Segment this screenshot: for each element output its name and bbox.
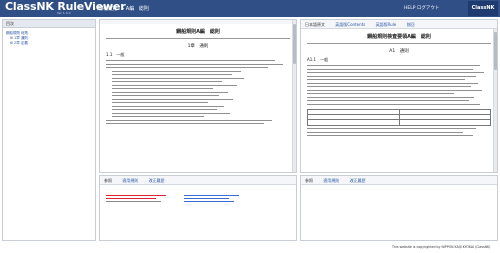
user-links[interactable]: HELP ログアウト bbox=[404, 5, 439, 11]
toc-tree: 鋼船規則 総則 ⊞ 1章 通則 ⊞ 2章 定義 bbox=[3, 28, 95, 46]
breadcrumb-item-part-a[interactable]: ▸ A編 bbox=[122, 6, 135, 12]
breadcrumb-item-general[interactable]: 総則 bbox=[139, 6, 149, 12]
guidance-section: A1.1 一般 bbox=[307, 57, 329, 62]
tab-applicable-rules[interactable]: 適用規則 bbox=[323, 178, 339, 183]
left-doc-scrollbar[interactable] bbox=[292, 20, 296, 172]
reference-preview bbox=[100, 185, 296, 204]
tab-reference[interactable]: 参照 bbox=[104, 178, 112, 183]
rules-section: 1.1 一般 bbox=[106, 52, 125, 57]
rules-body-text bbox=[106, 60, 290, 125]
guidance-body-text-2 bbox=[307, 128, 491, 137]
rules-reference-panel: 参照 適用規則 改正履歴 bbox=[99, 175, 297, 241]
toc-title: 目次 bbox=[3, 20, 95, 28]
tab-applicable-rules[interactable]: 適用規則 bbox=[122, 178, 138, 183]
guidance-document-panel: 日本語原文 英語版Contents 英語版Rule 前回 鋼船規則検査要領A編 … bbox=[300, 19, 498, 173]
tab-reference[interactable]: 参照 bbox=[305, 178, 313, 183]
tab-revision-history[interactable]: 改正履歴 bbox=[350, 178, 366, 183]
left-doc-topbar bbox=[100, 20, 296, 24]
breadcrumb: ▸ 規則閲覧 ▸ A編 総則 bbox=[93, 5, 152, 12]
scroll-thumb[interactable] bbox=[292, 24, 296, 64]
rules-document-panel: 鋼船規則A編 総則 1章 通則 1.1 一般 bbox=[99, 19, 297, 173]
guidance-table bbox=[307, 108, 491, 126]
toc-item-chapter-2[interactable]: ⊞ 2章 定義 bbox=[6, 41, 95, 46]
guidance-document: 鋼船規則検査要領A編 総則 A1 通則 A1.1 一般 bbox=[301, 33, 497, 137]
guidance-chapter: A1 通則 bbox=[389, 49, 409, 54]
right-ref-tabs: 参照 適用規則 改正履歴 bbox=[301, 176, 497, 185]
divider bbox=[106, 38, 290, 39]
classnk-badge: ClassNK bbox=[468, 1, 498, 16]
toc-item-label: 2章 定義 bbox=[14, 41, 28, 45]
toolbar-english-rule[interactable]: 英語版Rule bbox=[376, 22, 397, 27]
right-doc-scrollbar[interactable] bbox=[493, 29, 497, 172]
guidance-reference-panel: 参照 適用規則 改正履歴 bbox=[300, 175, 498, 241]
toolbar-english-contents[interactable]: 英語版Contents bbox=[335, 22, 365, 27]
toolbar-previous[interactable]: 前回 bbox=[407, 22, 415, 27]
guidance-body-text bbox=[307, 65, 491, 105]
tab-revision-history[interactable]: 改正履歴 bbox=[149, 178, 165, 183]
copyright-footer: This website is copyrighted by NIPPON KA… bbox=[392, 245, 491, 249]
toc-item-label: 1章 通則 bbox=[14, 36, 28, 40]
app-header: ClassNK RuleViewer Ver 1.0.0 ▸ 規則閲覧 ▸ A編… bbox=[0, 0, 500, 17]
guidance-toolbar: 日本語原文 英語版Contents 英語版Rule 前回 bbox=[301, 20, 497, 29]
table-of-contents-panel: 目次 鋼船規則 総則 ⊞ 1章 通則 ⊞ 2章 定義 bbox=[2, 19, 96, 241]
rules-document: 鋼船規則A編 総則 1章 通則 1.1 一般 bbox=[100, 28, 296, 125]
version-label: Ver 1.0.0 bbox=[57, 11, 71, 15]
left-ref-tabs: 参照 適用規則 改正履歴 bbox=[100, 176, 296, 185]
divider bbox=[307, 43, 491, 44]
breadcrumb-item-viewer[interactable]: ▸ 規則閲覧 bbox=[93, 6, 117, 12]
scroll-thumb[interactable] bbox=[493, 32, 497, 70]
toolbar-japanese-original[interactable]: 日本語原文 bbox=[305, 22, 325, 27]
guidance-title: 鋼船規則検査要領A編 総則 bbox=[367, 34, 431, 40]
rules-chapter: 1章 通則 bbox=[187, 44, 209, 49]
rules-title: 鋼船規則A編 総則 bbox=[176, 29, 220, 35]
